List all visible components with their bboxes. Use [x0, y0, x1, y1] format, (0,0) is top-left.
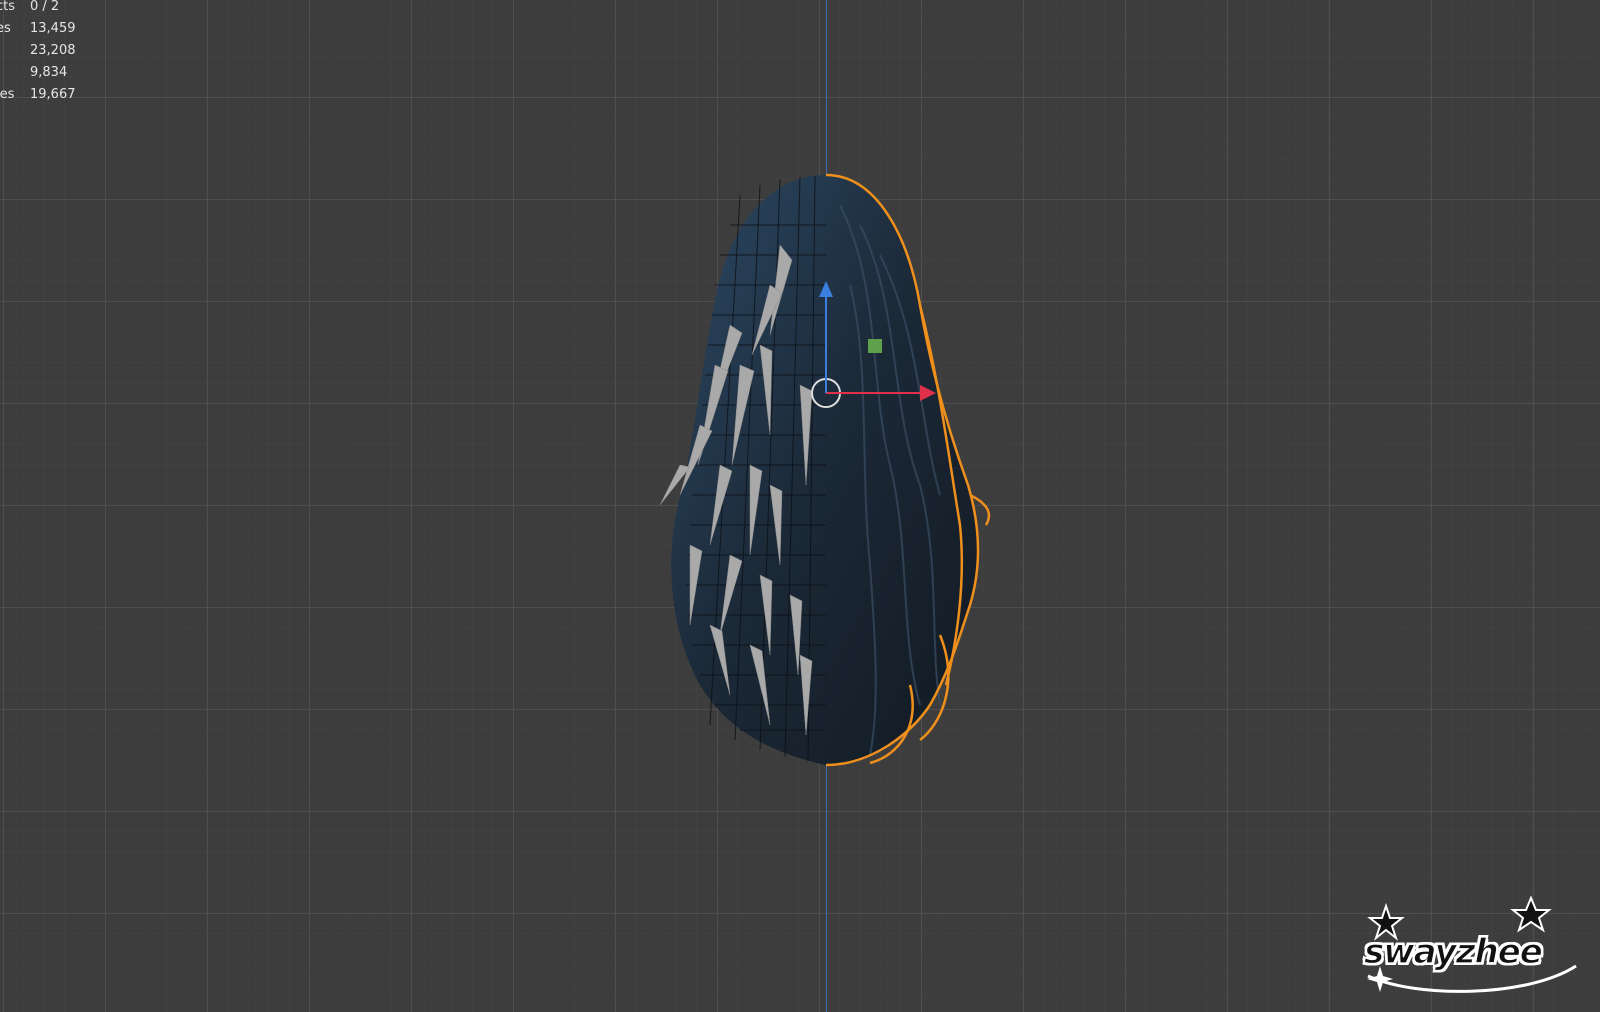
- stat-label: les: [0, 87, 15, 102]
- stat-label: es: [0, 21, 11, 36]
- stat-label: cts: [0, 0, 16, 14]
- hair-model[interactable]: [620, 165, 1040, 805]
- watermark-logo: swayzhee: [1356, 895, 1588, 1000]
- stat-value: 0 / 2: [30, 0, 60, 14]
- statistics-overlay: cts 0 / 2 es 13,459 23,208 9,834 les 19,…: [0, 0, 76, 106]
- stat-row-faces: 9,834: [0, 62, 76, 84]
- watermark-text: swayzhee: [1363, 931, 1543, 972]
- stat-row-triangles: les 19,667: [0, 84, 76, 106]
- stat-row-vertices: es 13,459: [0, 18, 76, 40]
- hair-body: [671, 175, 979, 765]
- stat-label: [0, 62, 28, 84]
- stat-value: 13,459: [30, 21, 76, 36]
- gizmo-y-handle: [868, 339, 882, 353]
- stat-row-objects: cts 0 / 2: [0, 0, 76, 18]
- stat-value: 9,834: [30, 65, 68, 80]
- stat-value: 23,208: [30, 43, 76, 58]
- stat-value: 19,667: [30, 87, 76, 102]
- stat-label: [0, 40, 28, 62]
- stat-row-edges: 23,208: [0, 40, 76, 62]
